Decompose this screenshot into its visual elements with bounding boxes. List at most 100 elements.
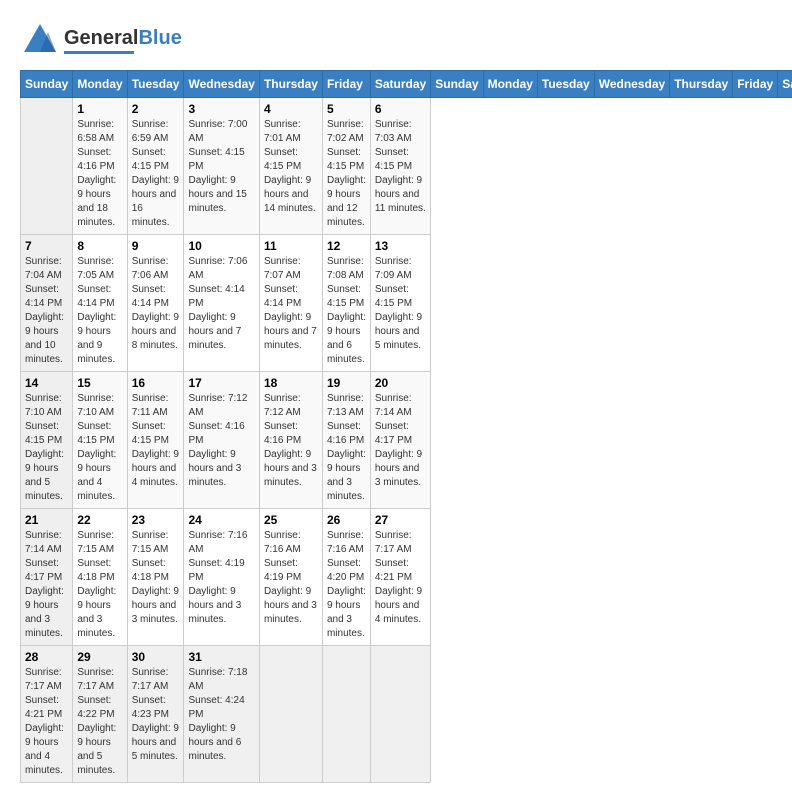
day-number: 14 bbox=[25, 376, 68, 390]
day-info: Sunrise: 7:15 AM Sunset: 4:18 PM Dayligh… bbox=[132, 529, 180, 627]
day-number: 3 bbox=[188, 102, 254, 116]
day-info: Sunrise: 7:09 AM Sunset: 4:15 PM Dayligh… bbox=[375, 255, 426, 353]
day-number: 21 bbox=[25, 513, 68, 527]
day-number: 29 bbox=[77, 650, 122, 664]
day-info: Sunrise: 7:16 AM Sunset: 4:20 PM Dayligh… bbox=[327, 529, 366, 641]
day-number: 17 bbox=[188, 376, 254, 390]
col-header-sunday: Sunday bbox=[21, 71, 73, 98]
calendar-cell: 5Sunrise: 7:02 AM Sunset: 4:15 PM Daylig… bbox=[322, 98, 370, 235]
col-header-wednesday: Wednesday bbox=[594, 71, 669, 98]
calendar-cell: 8 Sunrise: 7:05 AM Sunset: 4:14 PM Daylig… bbox=[73, 235, 127, 372]
day-number: 13 bbox=[375, 239, 426, 253]
day-number: 11 bbox=[264, 239, 318, 253]
day-number: 1 bbox=[77, 102, 122, 116]
calendar-cell: 14Sunrise: 7:10 AM Sunset: 4:15 PM Dayli… bbox=[21, 372, 73, 509]
day-info: Sunrise: 7:08 AM Sunset: 4:15 PM Dayligh… bbox=[327, 255, 366, 367]
col-header-tuesday: Tuesday bbox=[127, 71, 184, 98]
day-info: Sunrise: 7:17 AM Sunset: 4:21 PM Dayligh… bbox=[25, 666, 68, 778]
calendar-week-row: 21Sunrise: 7:14 AM Sunset: 4:17 PM Dayli… bbox=[21, 509, 792, 646]
day-number: 10 bbox=[188, 239, 254, 253]
day-info: Sunrise: 7:11 AM Sunset: 4:15 PM Dayligh… bbox=[132, 392, 180, 490]
day-number: 23 bbox=[132, 513, 180, 527]
day-info: Sunrise: 7:01 AM Sunset: 4:15 PM Dayligh… bbox=[264, 118, 318, 216]
calendar-cell: 31Sunrise: 7:18 AM Sunset: 4:24 PM Dayli… bbox=[184, 646, 259, 783]
calendar-cell: 22Sunrise: 7:15 AM Sunset: 4:18 PM Dayli… bbox=[73, 509, 127, 646]
calendar-cell: 27 Sunrise: 7:17 AM Sunset: 4:21 PM Dayli… bbox=[370, 509, 430, 646]
logo-underline bbox=[64, 51, 134, 54]
calendar-week-row: 14Sunrise: 7:10 AM Sunset: 4:15 PM Dayli… bbox=[21, 372, 792, 509]
day-number: 9 bbox=[132, 239, 180, 253]
calendar-header-row: SundayMondayTuesdayWednesdayThursdayFrid… bbox=[21, 71, 792, 98]
calendar-cell: 28 Sunrise: 7:17 AM Sunset: 4:21 PM Dayli… bbox=[21, 646, 73, 783]
calendar-cell: 10 Sunrise: 7:06 AM Sunset: 4:14 PM Dayli… bbox=[184, 235, 259, 372]
calendar-cell bbox=[21, 98, 73, 235]
calendar-cell: 20Sunrise: 7:14 AM Sunset: 4:17 PM Dayli… bbox=[370, 372, 430, 509]
day-info: Sunrise: 7:13 AM Sunset: 4:16 PM Dayligh… bbox=[327, 392, 366, 504]
col-header-saturday: Saturday bbox=[370, 71, 430, 98]
calendar-cell bbox=[259, 646, 322, 783]
calendar-cell: 26 Sunrise: 7:16 AM Sunset: 4:20 PM Dayli… bbox=[322, 509, 370, 646]
day-number: 19 bbox=[327, 376, 366, 390]
logo-general: General bbox=[64, 27, 138, 49]
day-info: Sunrise: 7:06 AM Sunset: 4:14 PM Dayligh… bbox=[132, 255, 180, 353]
day-number: 4 bbox=[264, 102, 318, 116]
calendar-cell bbox=[322, 646, 370, 783]
day-number: 26 bbox=[327, 513, 366, 527]
day-number: 7 bbox=[25, 239, 68, 253]
logo-name: GeneralBlue bbox=[64, 27, 182, 49]
col-header-thursday: Thursday bbox=[670, 71, 733, 98]
day-number: 30 bbox=[132, 650, 180, 664]
day-number: 28 bbox=[25, 650, 68, 664]
calendar-cell: 29Sunrise: 7:17 AM Sunset: 4:22 PM Dayli… bbox=[73, 646, 127, 783]
day-info: Sunrise: 6:59 AM Sunset: 4:15 PM Dayligh… bbox=[132, 118, 180, 230]
logo: GeneralBlue bbox=[20, 20, 182, 60]
col-header-sunday: Sunday bbox=[431, 71, 483, 98]
calendar-cell: 16 Sunrise: 7:11 AM Sunset: 4:15 PM Dayli… bbox=[127, 372, 184, 509]
day-info: Sunrise: 7:06 AM Sunset: 4:14 PM Dayligh… bbox=[188, 255, 254, 353]
col-header-tuesday: Tuesday bbox=[537, 71, 594, 98]
calendar-week-row: 7Sunrise: 7:04 AM Sunset: 4:14 PM Daylig… bbox=[21, 235, 792, 372]
calendar-cell: 24 Sunrise: 7:16 AM Sunset: 4:19 PM Dayli… bbox=[184, 509, 259, 646]
calendar-cell: 12Sunrise: 7:08 AM Sunset: 4:15 PM Dayli… bbox=[322, 235, 370, 372]
calendar-cell: 6Sunrise: 7:03 AM Sunset: 4:15 PM Daylig… bbox=[370, 98, 430, 235]
calendar-cell: 23 Sunrise: 7:15 AM Sunset: 4:18 PM Dayli… bbox=[127, 509, 184, 646]
col-header-monday: Monday bbox=[483, 71, 537, 98]
col-header-friday: Friday bbox=[322, 71, 370, 98]
day-info: Sunrise: 7:05 AM Sunset: 4:14 PM Dayligh… bbox=[77, 255, 122, 367]
day-number: 25 bbox=[264, 513, 318, 527]
day-info: Sunrise: 7:17 AM Sunset: 4:23 PM Dayligh… bbox=[132, 666, 180, 764]
day-info: Sunrise: 7:16 AM Sunset: 4:19 PM Dayligh… bbox=[264, 529, 318, 627]
day-info: Sunrise: 7:12 AM Sunset: 4:16 PM Dayligh… bbox=[264, 392, 318, 490]
calendar-cell: 18 Sunrise: 7:12 AM Sunset: 4:16 PM Dayli… bbox=[259, 372, 322, 509]
day-number: 8 bbox=[77, 239, 122, 253]
calendar-week-row: 28 Sunrise: 7:17 AM Sunset: 4:21 PM Dayli… bbox=[21, 646, 792, 783]
day-info: Sunrise: 7:17 AM Sunset: 4:21 PM Dayligh… bbox=[375, 529, 426, 627]
day-number: 15 bbox=[77, 376, 122, 390]
col-header-monday: Monday bbox=[73, 71, 127, 98]
calendar-cell: 3 Sunrise: 7:00 AM Sunset: 4:15 PM Daylig… bbox=[184, 98, 259, 235]
day-number: 16 bbox=[132, 376, 180, 390]
calendar-cell: 13 Sunrise: 7:09 AM Sunset: 4:15 PM Dayli… bbox=[370, 235, 430, 372]
calendar-cell: 25 Sunrise: 7:16 AM Sunset: 4:19 PM Dayli… bbox=[259, 509, 322, 646]
day-info: Sunrise: 7:15 AM Sunset: 4:18 PM Dayligh… bbox=[77, 529, 122, 641]
col-header-thursday: Thursday bbox=[259, 71, 322, 98]
calendar-cell bbox=[370, 646, 430, 783]
day-number: 27 bbox=[375, 513, 426, 527]
day-number: 2 bbox=[132, 102, 180, 116]
day-info: Sunrise: 6:58 AM Sunset: 4:16 PM Dayligh… bbox=[77, 118, 122, 230]
logo-blue: Blue bbox=[138, 27, 181, 49]
day-info: Sunrise: 7:00 AM Sunset: 4:15 PM Dayligh… bbox=[188, 118, 254, 216]
calendar-table: SundayMondayTuesdayWednesdayThursdayFrid… bbox=[20, 70, 792, 783]
calendar-week-row: 1 Sunrise: 6:58 AM Sunset: 4:16 PM Daylig… bbox=[21, 98, 792, 235]
day-number: 24 bbox=[188, 513, 254, 527]
calendar-cell: 4 Sunrise: 7:01 AM Sunset: 4:15 PM Daylig… bbox=[259, 98, 322, 235]
logo-icon bbox=[20, 20, 60, 60]
calendar-cell: 30 Sunrise: 7:17 AM Sunset: 4:23 PM Dayli… bbox=[127, 646, 184, 783]
day-info: Sunrise: 7:02 AM Sunset: 4:15 PM Dayligh… bbox=[327, 118, 366, 230]
calendar-cell: 1 Sunrise: 6:58 AM Sunset: 4:16 PM Daylig… bbox=[73, 98, 127, 235]
day-number: 6 bbox=[375, 102, 426, 116]
calendar-cell: 21Sunrise: 7:14 AM Sunset: 4:17 PM Dayli… bbox=[21, 509, 73, 646]
day-number: 18 bbox=[264, 376, 318, 390]
day-info: Sunrise: 7:18 AM Sunset: 4:24 PM Dayligh… bbox=[188, 666, 254, 764]
day-info: Sunrise: 7:16 AM Sunset: 4:19 PM Dayligh… bbox=[188, 529, 254, 627]
